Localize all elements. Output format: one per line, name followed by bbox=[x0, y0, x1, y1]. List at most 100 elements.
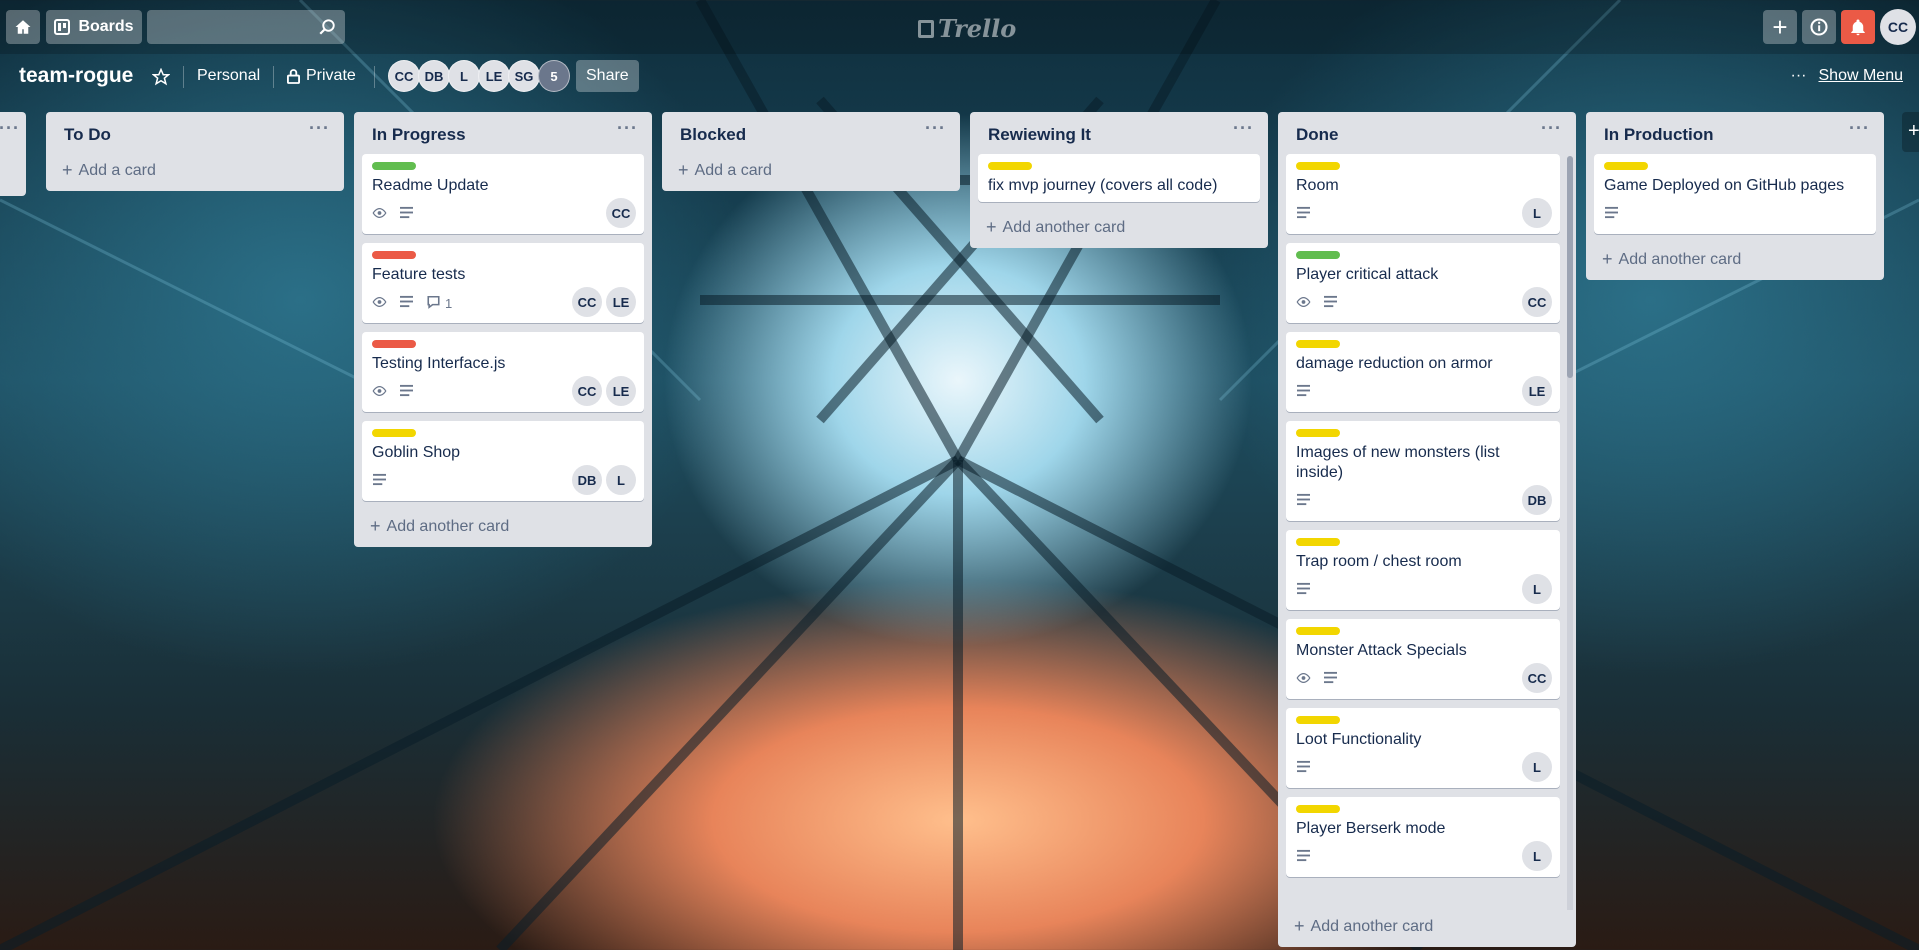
notifications-button[interactable] bbox=[1841, 10, 1875, 44]
list-menu-icon[interactable]: ··· bbox=[309, 118, 330, 139]
member-avatar[interactable]: DB bbox=[418, 60, 450, 92]
star-icon[interactable] bbox=[152, 68, 170, 86]
add-card-button[interactable]: + Add another card bbox=[970, 211, 1268, 242]
list-scrollbar[interactable] bbox=[1567, 156, 1573, 916]
list-menu-icon[interactable]: ··· bbox=[1233, 118, 1254, 139]
add-card-button[interactable]: + Add another card bbox=[1586, 243, 1884, 274]
add-card-button[interactable]: + Add another card bbox=[1278, 910, 1576, 941]
card-label[interactable] bbox=[372, 251, 416, 259]
card[interactable]: Readme Update CC bbox=[362, 154, 644, 234]
list-menu-icon[interactable]: ··· bbox=[1849, 118, 1870, 139]
card-label[interactable] bbox=[1296, 162, 1340, 170]
card[interactable]: fix mvp journey (covers all code) bbox=[978, 154, 1260, 202]
team-button[interactable]: Personal bbox=[197, 67, 260, 85]
trello-logo[interactable]: Trello bbox=[918, 14, 1016, 43]
board-title[interactable]: team-rogue bbox=[19, 64, 133, 88]
search-input[interactable] bbox=[147, 10, 345, 44]
card-member-avatar[interactable]: CC bbox=[1522, 663, 1552, 693]
card-member-avatar[interactable]: L bbox=[606, 465, 636, 495]
description-icon bbox=[1323, 671, 1338, 687]
card[interactable]: Goblin Shop DB L bbox=[362, 421, 644, 501]
add-card-button[interactable]: + Add a card bbox=[662, 154, 960, 185]
card-member-avatar[interactable]: L bbox=[1522, 574, 1552, 604]
card-member-avatar[interactable]: L bbox=[1522, 198, 1552, 228]
card-member-avatar[interactable]: CC bbox=[572, 287, 602, 317]
boards-button[interactable]: Boards bbox=[46, 10, 142, 44]
home-button[interactable] bbox=[6, 10, 40, 44]
list-header[interactable]: To Do ··· bbox=[46, 112, 344, 154]
card[interactable]: Monster Attack Specials CC bbox=[1286, 619, 1560, 699]
card-member-avatar[interactable]: DB bbox=[1522, 485, 1552, 515]
list-header[interactable]: Rewiewing It ··· bbox=[970, 112, 1268, 154]
card-label[interactable] bbox=[1296, 429, 1340, 437]
card-member-avatar[interactable]: CC bbox=[572, 376, 602, 406]
list-title[interactable]: To Do bbox=[64, 125, 111, 144]
list-title[interactable]: Blocked bbox=[680, 125, 746, 144]
header-separator bbox=[183, 66, 184, 88]
add-list-button[interactable]: + bbox=[1902, 112, 1919, 152]
card-member-avatar[interactable]: LE bbox=[606, 376, 636, 406]
member-avatar[interactable]: CC bbox=[388, 60, 420, 92]
list-menu-icon[interactable]: ··· bbox=[0, 118, 20, 139]
list-title[interactable]: Rewiewing It bbox=[988, 125, 1091, 144]
card[interactable]: Game Deployed on GitHub pages bbox=[1594, 154, 1876, 234]
extra-members-count[interactable]: 5 bbox=[538, 60, 570, 92]
card[interactable]: Room L bbox=[1286, 154, 1560, 234]
description-icon bbox=[1296, 493, 1311, 509]
card[interactable]: Player critical attack CC bbox=[1286, 243, 1560, 323]
card-label[interactable] bbox=[372, 340, 416, 348]
card-label[interactable] bbox=[1296, 716, 1340, 724]
card-label[interactable] bbox=[1296, 340, 1340, 348]
card-label[interactable] bbox=[1296, 251, 1340, 259]
card-label[interactable] bbox=[988, 162, 1032, 170]
member-avatar[interactable]: L bbox=[448, 60, 480, 92]
card[interactable]: Testing Interface.js CC LE bbox=[362, 332, 644, 412]
card-badges bbox=[1604, 200, 1866, 228]
card-member-avatar[interactable]: LE bbox=[606, 287, 636, 317]
list-header[interactable]: Done ··· bbox=[1278, 112, 1576, 154]
card-label[interactable] bbox=[1296, 538, 1340, 546]
list-header[interactable]: In Progress ··· bbox=[354, 112, 652, 154]
boards-icon bbox=[54, 19, 71, 35]
search-icon[interactable] bbox=[318, 18, 336, 36]
plus-icon: + bbox=[370, 516, 381, 536]
card[interactable]: Feature tests 1 CC LE bbox=[362, 243, 644, 323]
member-avatar[interactable]: LE bbox=[478, 60, 510, 92]
list-menu-icon[interactable]: ··· bbox=[617, 118, 638, 139]
list-title[interactable]: Done bbox=[1296, 125, 1339, 144]
list-header[interactable]: In Production ··· bbox=[1586, 112, 1884, 154]
info-button[interactable] bbox=[1802, 10, 1836, 44]
card[interactable]: Player Berserk mode L bbox=[1286, 797, 1560, 877]
card-member-avatar[interactable]: DB bbox=[572, 465, 602, 495]
list-menu-icon[interactable]: ··· bbox=[1541, 118, 1562, 139]
list-header[interactable]: Blocked ··· bbox=[662, 112, 960, 154]
visibility-button[interactable]: Private bbox=[287, 67, 356, 85]
card-member-avatar[interactable]: CC bbox=[1522, 287, 1552, 317]
card-label[interactable] bbox=[372, 162, 416, 170]
card-members: LE bbox=[1522, 376, 1552, 406]
add-card-button[interactable]: + Add another card bbox=[354, 510, 652, 541]
create-button[interactable]: + bbox=[1763, 10, 1797, 44]
card-member-avatar[interactable]: L bbox=[1522, 841, 1552, 871]
share-button[interactable]: Share bbox=[576, 60, 639, 92]
card[interactable]: Images of new monsters (list inside) DB bbox=[1286, 421, 1560, 521]
card-label[interactable] bbox=[1604, 162, 1648, 170]
scrollbar-thumb[interactable] bbox=[1567, 156, 1573, 378]
card-label[interactable] bbox=[1296, 627, 1340, 635]
card-member-avatar[interactable]: LE bbox=[1522, 376, 1552, 406]
card-member-avatar[interactable]: CC bbox=[606, 198, 636, 228]
description-icon bbox=[399, 206, 414, 222]
card-label[interactable] bbox=[1296, 805, 1340, 813]
show-menu-button[interactable]: ··· Show Menu bbox=[1791, 67, 1903, 85]
card[interactable]: Loot Functionality L bbox=[1286, 708, 1560, 788]
card[interactable]: Trap room / chest room L bbox=[1286, 530, 1560, 610]
member-avatar[interactable]: SG bbox=[508, 60, 540, 92]
add-card-button[interactable]: + Add a card bbox=[46, 154, 344, 185]
list-title[interactable]: In Production bbox=[1604, 125, 1714, 144]
list-title[interactable]: In Progress bbox=[372, 125, 466, 144]
card-member-avatar[interactable]: L bbox=[1522, 752, 1552, 782]
list-menu-icon[interactable]: ··· bbox=[925, 118, 946, 139]
user-avatar[interactable]: CC bbox=[1880, 9, 1916, 45]
card[interactable]: damage reduction on armor LE bbox=[1286, 332, 1560, 412]
card-label[interactable] bbox=[372, 429, 416, 437]
